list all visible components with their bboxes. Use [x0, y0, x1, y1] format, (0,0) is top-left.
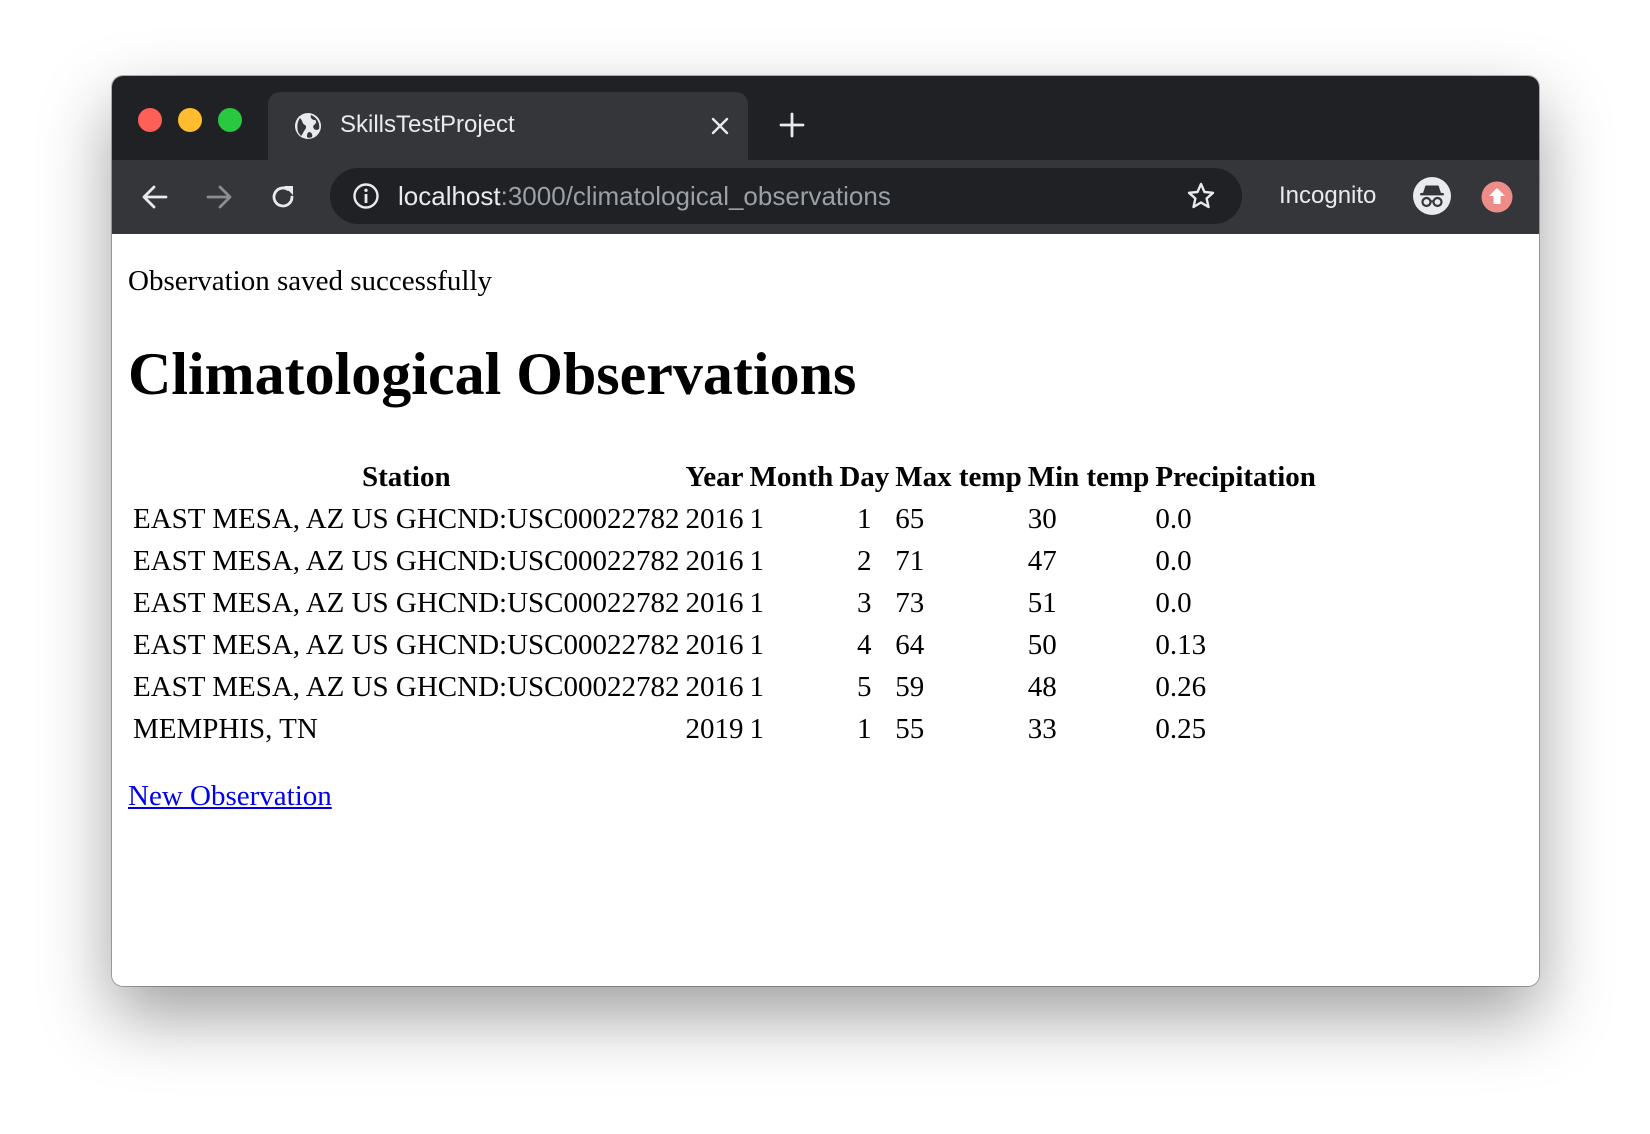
- day-cell: 2: [857, 545, 872, 577]
- precipitation-cell: 0.0: [1155, 545, 1192, 577]
- address-bar[interactable]: localhost:3000/climatological_observatio…: [330, 168, 1242, 224]
- arrow-left-icon[interactable]: [140, 182, 170, 212]
- day-cell: 3: [857, 587, 872, 619]
- arrow-right-icon[interactable]: [204, 182, 234, 212]
- station-cell: EAST MESA, AZ US GHCND:USC00022782: [133, 545, 680, 577]
- page-content: Observation saved successfully Climatolo…: [112, 234, 1539, 986]
- update-icon[interactable]: [1481, 181, 1513, 213]
- column-header-precipitation: Precipitation: [1155, 461, 1316, 493]
- precipitation-cell: 0.26: [1155, 671, 1207, 703]
- reload-icon[interactable]: [268, 182, 298, 212]
- day-cell: 1: [857, 503, 872, 535]
- column-header-min-temp: Min temp: [1027, 461, 1150, 493]
- day-cell: 5: [857, 671, 872, 703]
- max-temp-cell: 55: [895, 713, 925, 745]
- close-icon[interactable]: [708, 114, 732, 138]
- day-cell: 1: [857, 713, 872, 745]
- precipitation-cell: 0.0: [1155, 587, 1192, 619]
- min-temp-cell: 30: [1027, 503, 1057, 535]
- precipitation-cell: 0.0: [1155, 503, 1192, 535]
- year-cell: 2016: [685, 545, 744, 577]
- url-text: localhost:3000/climatological_observatio…: [398, 181, 891, 212]
- browser-toolbar: localhost:3000/climatological_observatio…: [112, 160, 1539, 234]
- year-cell: 2016: [685, 587, 744, 619]
- max-temp-cell: 73: [895, 587, 925, 619]
- incognito-label: Incognito: [1279, 182, 1377, 209]
- min-temp-cell: 47: [1027, 545, 1057, 577]
- plus-icon[interactable]: [777, 110, 807, 140]
- page-title: Climatological Observations: [128, 341, 857, 407]
- browser-tab-active[interactable]: SkillsTestProject: [268, 92, 748, 160]
- tab-title: SkillsTestProject: [340, 111, 515, 138]
- table-row: EAST MESA, AZ US GHCND:USC00022782 2016 …: [132, 668, 1317, 706]
- station-cell: EAST MESA, AZ US GHCND:USC00022782: [133, 629, 680, 661]
- precipitation-cell: 0.25: [1155, 713, 1207, 745]
- globe-icon: [295, 113, 321, 139]
- url-path: :3000/climatological_observations: [500, 181, 891, 211]
- table-row: EAST MESA, AZ US GHCND:USC00022782 2016 …: [132, 626, 1317, 664]
- month-cell: 1: [749, 671, 765, 703]
- min-temp-cell: 33: [1027, 713, 1057, 745]
- station-cell: MEMPHIS, TN: [133, 713, 318, 745]
- year-cell: 2019: [685, 713, 744, 745]
- month-cell: 1: [749, 713, 765, 745]
- max-temp-cell: 59: [895, 671, 925, 703]
- incognito-icon[interactable]: [1412, 176, 1452, 216]
- table-row: EAST MESA, AZ US GHCND:USC00022782 2016 …: [132, 542, 1317, 580]
- min-temp-cell: 50: [1027, 629, 1057, 661]
- precipitation-cell: 0.13: [1155, 629, 1207, 661]
- max-temp-cell: 64: [895, 629, 925, 661]
- new-observation-link[interactable]: New Observation: [128, 780, 332, 813]
- info-icon[interactable]: [352, 182, 380, 210]
- observations-table: Station Year Month Day Max temp Min temp…: [128, 454, 1321, 752]
- table-header-row: Station Year Month Day Max temp Min temp…: [132, 458, 1317, 496]
- star-icon[interactable]: [1186, 181, 1216, 211]
- month-cell: 1: [749, 503, 765, 535]
- column-header-day: Day: [839, 461, 890, 493]
- max-temp-cell: 71: [895, 545, 925, 577]
- day-cell: 4: [857, 629, 872, 661]
- station-cell: EAST MESA, AZ US GHCND:USC00022782: [133, 671, 680, 703]
- max-temp-cell: 65: [895, 503, 925, 535]
- column-header-station: Station: [361, 461, 451, 493]
- min-temp-cell: 51: [1027, 587, 1057, 619]
- browser-window: SkillsTestProject localhost:3000/climato…: [112, 76, 1539, 986]
- station-cell: EAST MESA, AZ US GHCND:USC00022782: [133, 587, 680, 619]
- month-cell: 1: [749, 629, 765, 661]
- year-cell: 2016: [685, 629, 744, 661]
- year-cell: 2016: [685, 671, 744, 703]
- table-row: EAST MESA, AZ US GHCND:USC00022782 2016 …: [132, 584, 1317, 622]
- column-header-max-temp: Max temp: [895, 461, 1022, 493]
- column-header-year: Year: [685, 461, 744, 493]
- flash-notice: Observation saved successfully: [128, 265, 493, 297]
- table-row: EAST MESA, AZ US GHCND:USC00022782 2016 …: [132, 500, 1317, 538]
- column-header-month: Month: [749, 461, 834, 493]
- month-cell: 1: [749, 587, 765, 619]
- station-cell: EAST MESA, AZ US GHCND:USC00022782: [133, 503, 680, 535]
- maximize-window-button[interactable]: [218, 108, 242, 132]
- table-row: MEMPHIS, TN 2019 1 1 55 33 0.25: [132, 710, 1317, 748]
- year-cell: 2016: [685, 503, 744, 535]
- minimize-window-button[interactable]: [178, 108, 202, 132]
- close-window-button[interactable]: [138, 108, 162, 132]
- url-host: localhost: [398, 181, 501, 211]
- min-temp-cell: 48: [1027, 671, 1057, 703]
- tab-strip: SkillsTestProject: [112, 76, 1539, 160]
- month-cell: 1: [749, 545, 765, 577]
